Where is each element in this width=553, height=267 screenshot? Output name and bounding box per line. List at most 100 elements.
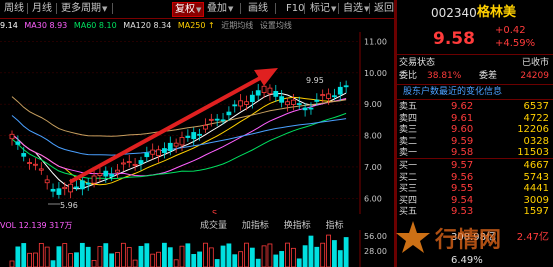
status-value: 已收市: [521, 58, 549, 68]
candlestick: [44, 175, 50, 190]
toolbar-watchlist[interactable]: 自选▼: [341, 2, 371, 15]
candlestick: [97, 167, 103, 182]
bid-row: 买四 9.54 3009: [397, 195, 553, 207]
volume-bar: [273, 254, 279, 267]
toolbar-draw[interactable]: 画线: [246, 2, 270, 15]
signal-marker: S: [212, 209, 217, 214]
price-tick-label: 10.00: [364, 69, 387, 78]
volume-bar: [27, 252, 32, 267]
candlestick-chart[interactable]: 11.00 10.00 9.00 8.00 7.00 6.00 9.95 5.96 S: [0, 32, 394, 214]
toolbar-separator: [112, 3, 113, 14]
price-tick-label: 7.00: [364, 163, 382, 172]
candlestick: [296, 96, 302, 110]
high-price-annotation: 9.95: [306, 76, 324, 85]
ma60-label: MA60 8.10: [73, 21, 117, 30]
volume-bar: [15, 246, 21, 267]
price-tick-label: 8.00: [364, 132, 382, 141]
ma-legend: 9.14 MA30 8.93 MA60 8.10 MA120 8.34 MA25…: [0, 20, 296, 32]
volume-bar: [126, 247, 132, 267]
price-axis: 11.00 10.00 9.00 8.00 7.00 6.00: [364, 37, 387, 203]
volume-bar: [44, 246, 50, 267]
volume-bar: [238, 251, 244, 267]
volume-bar: [320, 242, 326, 267]
candlestick: [150, 143, 156, 160]
candlestick: [115, 164, 120, 179]
ask-price: 9.59: [451, 135, 474, 147]
chevron-down-icon: ▼: [102, 5, 108, 13]
chevron-down-icon: ▼: [331, 5, 337, 13]
toolbar-back[interactable]: 返回: [372, 2, 396, 15]
ma-extra-label[interactable]: 近期均线: [221, 21, 253, 30]
promo-link[interactable]: 股东户数最近的变化信息: [403, 86, 502, 98]
volume-bar: [74, 252, 79, 267]
bid-level-label: 买四: [399, 195, 418, 206]
volume-bar: [91, 259, 97, 267]
candlestick: [267, 84, 273, 101]
candlestick: [62, 182, 68, 196]
toolbar-monthly[interactable]: 月线: [30, 2, 54, 15]
status-label: 交易状态: [399, 58, 436, 68]
ask-price: 9.60: [451, 124, 474, 135]
volume-bar: [267, 243, 273, 267]
low-price-annotation: 5.96: [60, 201, 78, 210]
bid-row: 买二 9.56 5743: [397, 172, 553, 184]
candlestick: [138, 156, 144, 171]
trend-arrow: [69, 68, 278, 184]
ma-settings-label[interactable]: 设置均线: [260, 21, 292, 30]
volume-bar: [185, 243, 191, 267]
ask-row: 卖三 9.60 12206: [397, 124, 553, 136]
candlestick: [132, 157, 138, 171]
volume-bar: [285, 242, 290, 267]
volume-bar: [197, 251, 202, 267]
candlestick: [9, 130, 15, 146]
ask-row: 卖四 9.61 4722: [397, 113, 553, 125]
volume-bar: [244, 242, 249, 267]
bid-volume: 4667: [523, 160, 549, 171]
volume-bar: [214, 259, 220, 267]
candlestick: [203, 118, 208, 133]
volume-bar: [261, 245, 267, 267]
chevron-down-icon: ▼: [228, 5, 234, 13]
volume-bar: [56, 246, 62, 267]
candlestick: [273, 84, 279, 102]
toolbar-weekly[interactable]: 周线: [2, 2, 26, 15]
toolbar-separator: [27, 3, 28, 14]
volume-bar: [314, 246, 320, 267]
ask-price: 9.62: [451, 101, 474, 112]
candlestick: [50, 183, 56, 198]
volume-bar: [167, 247, 173, 267]
volume-chart[interactable]: 56.00 28.00: [0, 230, 394, 267]
candlestick: [214, 114, 220, 127]
ask-level-label: 卖三: [399, 125, 418, 135]
volume-tick: 56.00: [364, 232, 387, 241]
ask-level-label: 卖五: [399, 102, 418, 112]
bid-level-label: 买一: [399, 161, 418, 171]
bid-price: 9.57: [451, 160, 474, 171]
candlestick: [144, 146, 150, 163]
bid-price: 9.55: [451, 183, 474, 194]
volume-bar: [226, 243, 232, 267]
toolbar-separator: [56, 3, 57, 14]
bid-row: 买三 9.55 4441: [397, 183, 553, 195]
price-tick-label: 6.00: [364, 194, 382, 203]
volume-bar: [232, 254, 238, 267]
watermark-logo: 行情网: [396, 221, 501, 253]
bid-diff-label: 委差: [479, 71, 498, 81]
candlestick: [33, 158, 38, 171]
toolbar-more-periods[interactable]: 更多周期▼: [59, 2, 109, 15]
ask-row: 卖五 9.62 6537: [397, 101, 553, 113]
candlestick: [290, 94, 296, 111]
volume-bar: [38, 243, 44, 267]
toolbar-mark[interactable]: 标记▼: [308, 2, 338, 15]
ma-line: [11, 98, 347, 177]
toolbar-overlay[interactable]: 叠加▼: [205, 2, 235, 15]
candlestick: [38, 162, 44, 175]
ask-row: 卖二 9.59 0328: [397, 136, 553, 148]
toolbar-adjust[interactable]: 复权▼: [172, 2, 205, 17]
candlestick: [85, 177, 91, 191]
price-change-pct: +4.59%: [495, 38, 536, 49]
candlestick: [156, 145, 161, 163]
candlestick: [173, 138, 179, 153]
watermark-text: 行情网: [434, 227, 501, 253]
volume-bar: [173, 259, 179, 267]
